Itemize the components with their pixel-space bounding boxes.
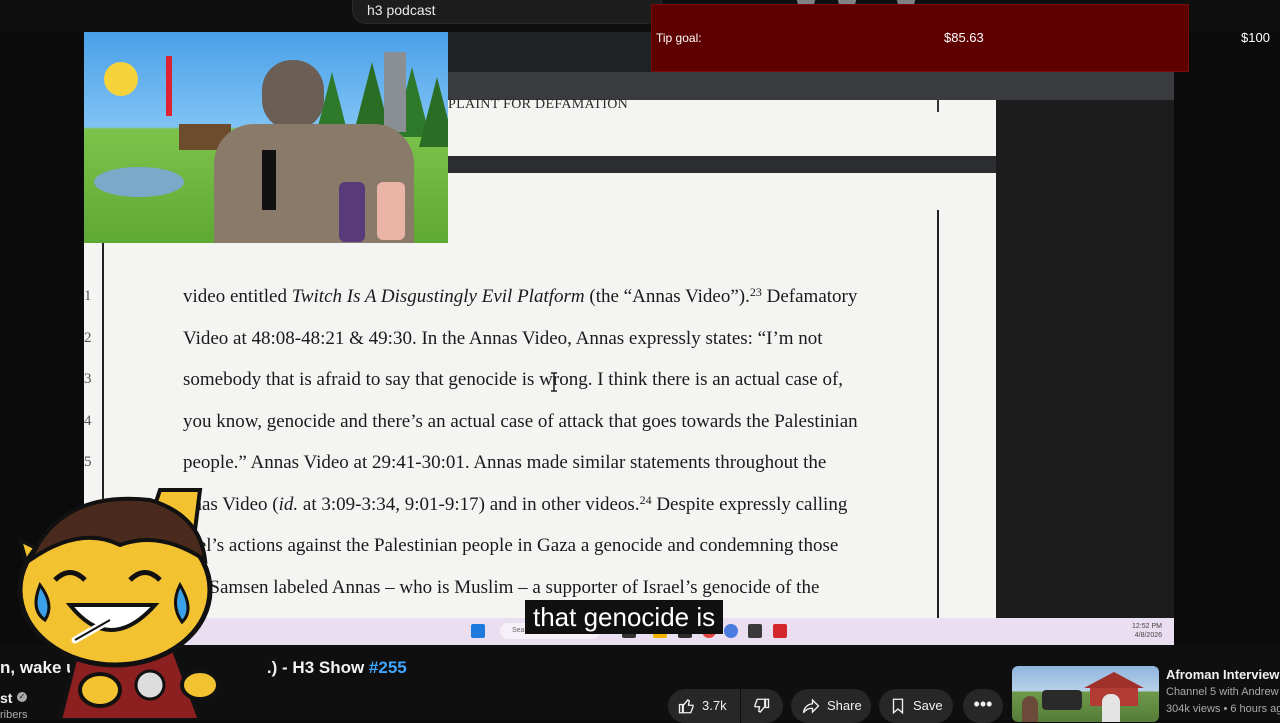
bookmark-icon [892,698,904,715]
share-icon [802,698,820,714]
more-actions-button[interactable]: ••• [963,689,1003,723]
document-line: ns, Samsen labeled Annas – who is Muslim… [183,577,820,598]
thumbs-up-icon [678,699,694,714]
water-tower [384,52,406,132]
line-number: 4 [84,413,92,429]
recommended-video-meta: 304k views • 6 hours ago [1166,703,1280,715]
line-number: 3 [84,371,92,387]
mail-icon[interactable] [773,624,787,638]
sun-icon [104,62,138,96]
document-line: people.” Annas Video at 29:41-30:01. Ann… [183,452,827,473]
share-button[interactable]: Share [791,689,871,723]
document-header-text: PLAINT FOR DEFAMATION [448,97,629,112]
save-label: Save [913,698,943,713]
document-line: somebody that is afraid to say that geno… [183,369,844,390]
share-label: Share [827,698,862,713]
hashtag-link[interactable]: #255 [369,658,407,677]
mascot-overlay [16,488,220,720]
line-number: 1 [84,288,92,304]
document-line: you know, genocide and there’s an actual… [183,411,858,432]
save-button[interactable]: Save [879,689,953,723]
pond [94,167,184,197]
tip-goal-target: $100 [1241,30,1270,45]
document-line: rael’s actions against the Palestinian p… [183,535,839,556]
search-input[interactable]: h3 podcast [352,0,662,24]
webcam-overlay [84,32,448,243]
taskbar-clock: 12:52 PM 4/8/2026 [1132,623,1162,639]
text-cursor-icon [551,372,557,392]
document-line: video entitled Twitch Is A Disgustingly … [183,285,858,307]
host-head [262,60,324,130]
thumbs-down-icon [754,698,770,713]
document-line: Video at 48:08-48:21 & 49:30. In the Ann… [183,328,823,349]
line-number: 2 [84,330,92,346]
drink-bottle [339,182,365,242]
microphone-icon [262,150,276,210]
recommended-video-thumbnail[interactable] [1012,666,1159,722]
caption-text: that genocide is [525,600,724,634]
radio-tower [166,56,172,116]
like-count: 3.7k [702,698,727,713]
tip-goal-current: $85.63 [944,30,984,45]
margin-rule [937,100,939,112]
chrome-icon[interactable] [724,624,738,638]
drink-cup [377,182,405,240]
right-margin-rule [937,210,939,620]
like-button[interactable]: 3.7k [668,689,740,723]
tip-goal-label: Tip goal: [656,31,702,45]
recommended-video-title[interactable]: Afroman Interview [1166,667,1279,682]
document-line: nnas Video (id. at 3:09-3:34, 9:01-9:17)… [183,493,848,515]
viewer-side-panel [996,100,1174,620]
tip-goal-banner [651,4,1189,72]
taskbar-app-icon[interactable] [748,624,762,638]
line-number: 5 [84,454,92,470]
dislike-button[interactable] [741,689,783,723]
windows-start-icon[interactable] [471,624,485,638]
recommended-video-channel[interactable]: Channel 5 with Andrew C [1166,686,1280,698]
